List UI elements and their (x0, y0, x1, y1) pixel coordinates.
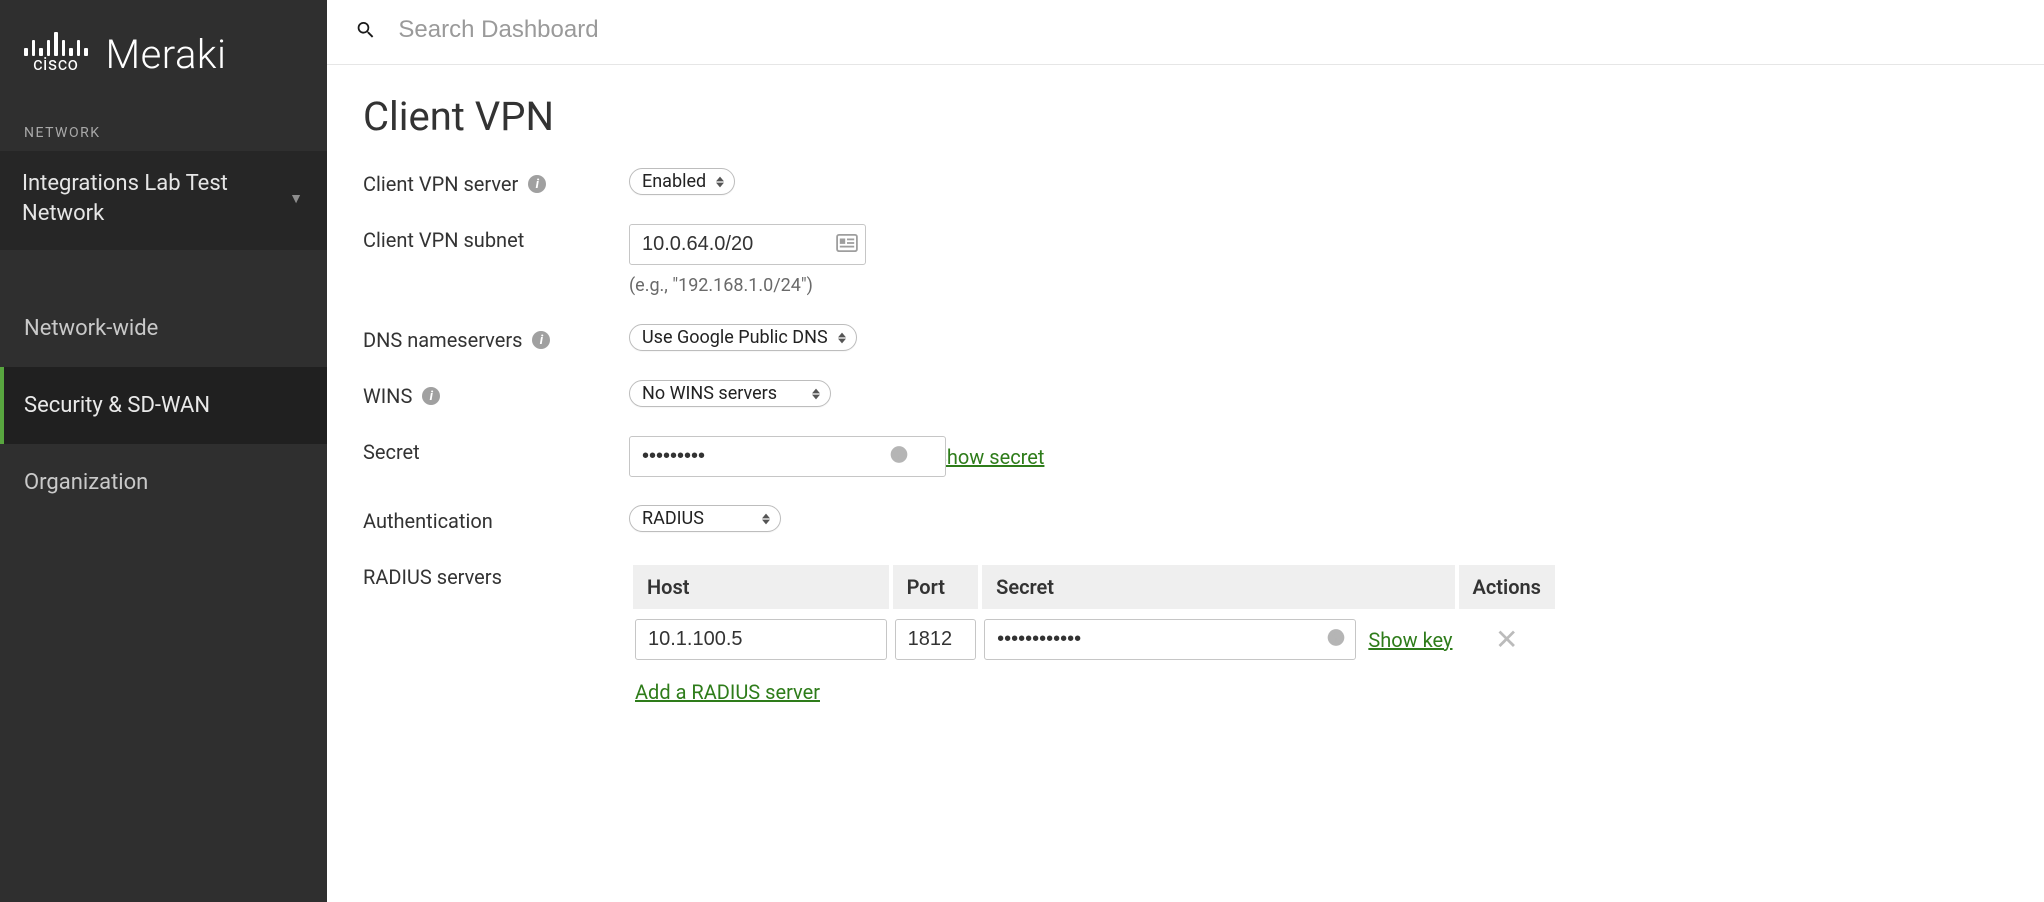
label-secret: Secret (363, 440, 420, 464)
label-dns: DNS nameservers (363, 328, 522, 352)
sidebar-item-network-wide[interactable]: Network-wide (0, 290, 327, 367)
sidebar-section-network: NETWORK (0, 101, 327, 151)
authenticator-icon (889, 444, 909, 469)
sidebar-item-label: Organization (24, 470, 148, 495)
authenticator-icon (1326, 627, 1346, 652)
th-port: Port (893, 565, 979, 609)
input-radius-host[interactable] (635, 619, 887, 660)
cisco-text: cisco (33, 54, 78, 75)
search-icon (355, 19, 376, 41)
th-secret: Secret (982, 565, 1454, 609)
remove-row-button[interactable]: ✕ (1461, 623, 1554, 656)
select-dns-value: Use Google Public DNS (642, 327, 828, 348)
info-icon[interactable]: i (422, 387, 440, 405)
brand-logo: cisco Meraki (0, 0, 327, 101)
top-search-bar (327, 0, 2044, 65)
meraki-text: Meraki (106, 35, 227, 75)
sort-arrows-icon (838, 332, 846, 344)
address-card-icon (836, 233, 858, 257)
sidebar-item-security-sdwan[interactable]: Security & SD-WAN (0, 367, 327, 444)
select-authentication-value: RADIUS (642, 508, 704, 529)
link-show-secret[interactable]: Show secret (935, 445, 1044, 469)
info-icon[interactable]: i (528, 175, 546, 193)
select-wins-value: No WINS servers (642, 383, 777, 404)
page-title: Client VPN (363, 93, 2008, 140)
label-vpn-subnet: Client VPN subnet (363, 228, 524, 252)
link-show-key[interactable]: Show key (1368, 628, 1452, 652)
sort-arrows-icon (812, 388, 820, 400)
select-vpn-server-value: Enabled (642, 171, 706, 192)
cisco-logo: cisco (24, 28, 88, 75)
label-wins: WINS (363, 384, 412, 408)
select-vpn-server[interactable]: Enabled (629, 168, 735, 195)
info-icon[interactable]: i (532, 331, 550, 349)
select-wins[interactable]: No WINS servers (629, 380, 831, 407)
network-name: Integrations Lab Test Network (22, 169, 289, 228)
sort-arrows-icon (762, 513, 770, 525)
select-authentication[interactable]: RADIUS (629, 505, 781, 532)
cisco-bars-icon (24, 28, 88, 56)
sidebar: cisco Meraki NETWORK Integrations Lab Te… (0, 0, 327, 902)
search-input[interactable] (398, 16, 2016, 44)
input-radius-port[interactable] (895, 619, 977, 660)
label-radius-servers: RADIUS servers (363, 565, 502, 589)
select-dns[interactable]: Use Google Public DNS (629, 324, 857, 351)
label-authentication: Authentication (363, 509, 493, 533)
th-host: Host (633, 565, 889, 609)
sidebar-item-organization[interactable]: Organization (0, 444, 327, 521)
caret-down-icon: ▼ (289, 190, 303, 207)
radius-servers-table: Host Port Secret Actions (629, 561, 1559, 714)
link-add-radius[interactable]: Add a RADIUS server (635, 680, 820, 704)
th-actions: Actions (1459, 565, 1556, 609)
input-vpn-subnet[interactable] (629, 224, 866, 265)
network-selector[interactable]: Integrations Lab Test Network ▼ (0, 151, 327, 250)
label-vpn-server: Client VPN server (363, 172, 518, 196)
hint-vpn-subnet: (e.g., "192.168.1.0/24") (629, 275, 2008, 296)
sidebar-item-label: Network-wide (24, 316, 158, 341)
sidebar-item-label: Security & SD-WAN (24, 393, 210, 418)
table-row: Show key ✕ (633, 613, 1555, 666)
main-content: Client VPN Client VPN server i Enabled (327, 0, 2044, 902)
table-row-add: Add a RADIUS server (633, 670, 1555, 710)
client-vpn-form: Client VPN server i Enabled (363, 168, 2008, 714)
input-radius-secret[interactable] (984, 619, 1356, 660)
sort-arrows-icon (716, 176, 724, 188)
